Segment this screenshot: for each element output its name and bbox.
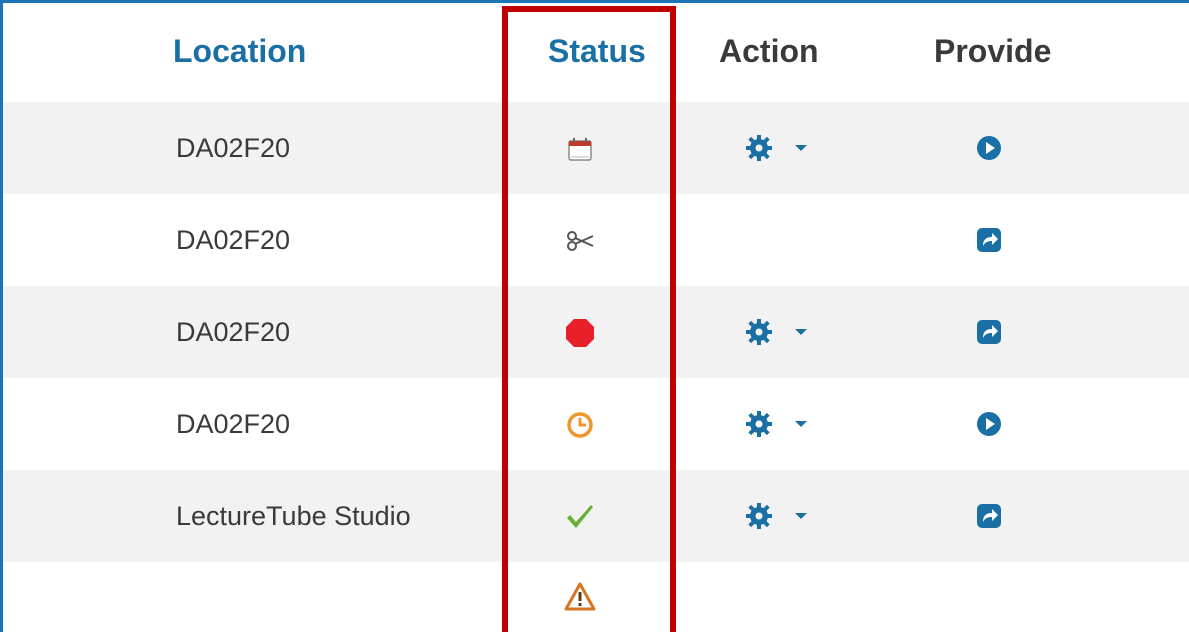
location-cell: LectureTube Studio [176,501,411,531]
location-cell: DA02F20 [176,225,291,255]
play-circle-icon[interactable] [973,408,1005,440]
column-header-location[interactable]: Location [173,33,306,70]
stop-octagon-icon [563,316,597,350]
gear-dropdown-button[interactable] [745,410,815,440]
share-square-icon[interactable] [973,500,1005,532]
gear-dropdown-button[interactable] [745,134,815,164]
table-row [3,562,1189,632]
location-cell: DA02F20 [176,317,291,347]
calendar-icon [563,132,597,166]
warning-triangle-icon [563,580,597,614]
table-row: DA02F20 [3,378,1189,470]
table-header: Location Status Action Provide [0,3,1189,102]
play-circle-icon[interactable] [973,132,1005,164]
location-cell: DA02F20 [176,409,291,439]
table-row: DA02F20 [3,286,1189,378]
scissors-icon [563,224,597,258]
clock-icon [563,408,597,442]
location-cell: DA02F20 [176,133,291,163]
table-row: DA02F20 [3,102,1189,194]
checkmark-icon [563,500,597,534]
table-row: DA02F20 [3,194,1189,286]
column-header-action: Action [719,33,819,69]
table-row: LectureTube Studio [3,470,1189,562]
gear-dropdown-button[interactable] [745,502,815,532]
share-square-icon[interactable] [973,316,1005,348]
column-header-provide: Provide [934,33,1052,69]
share-square-icon[interactable] [973,224,1005,256]
column-header-status[interactable]: Status [548,33,646,70]
gear-dropdown-button[interactable] [745,318,815,348]
